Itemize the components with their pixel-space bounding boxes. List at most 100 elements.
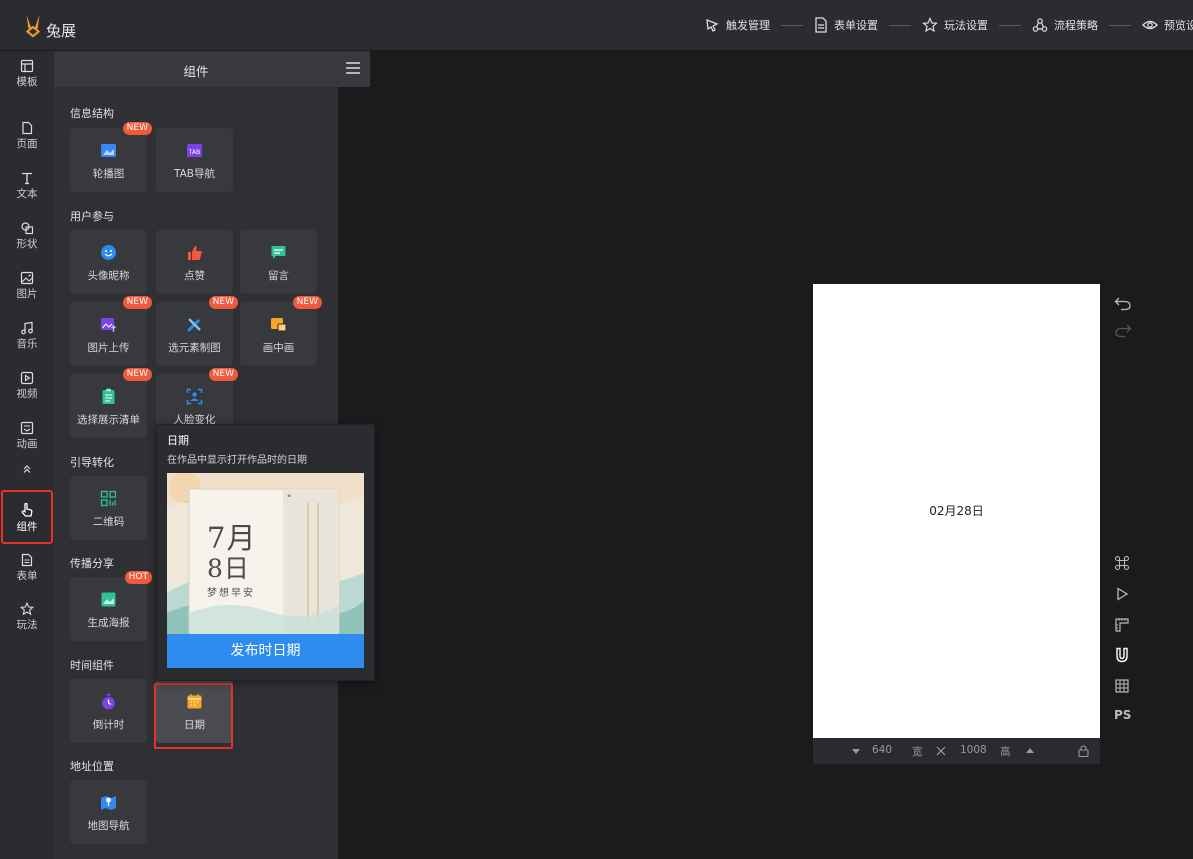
rail-item-text[interactable]: 文本 bbox=[0, 171, 54, 201]
width-value[interactable]: 640 bbox=[872, 744, 892, 756]
step-preview[interactable]: 预览设 bbox=[1142, 17, 1193, 33]
top-bar: 兔展 触发管理 表单设置 玩法设置 流程策略 预览设 bbox=[0, 0, 1193, 51]
stopwatch-icon bbox=[102, 693, 115, 710]
section-title: 信息结构 bbox=[70, 107, 114, 120]
caret-up-icon[interactable] bbox=[1026, 748, 1034, 754]
clipboard-list-icon bbox=[102, 388, 115, 404]
component-like[interactable]: 点赞 bbox=[156, 230, 233, 294]
component-poster[interactable]: HOT 生成海报 bbox=[70, 571, 152, 641]
selection-highlight bbox=[1, 490, 53, 544]
qrcode-icon bbox=[100, 490, 117, 507]
times-icon bbox=[936, 746, 946, 756]
trigger-icon bbox=[706, 18, 719, 32]
component-label: 点赞 bbox=[184, 270, 205, 282]
new-badge: NEW bbox=[208, 368, 238, 381]
component-label: TAB导航 bbox=[174, 168, 215, 180]
lock-icon[interactable] bbox=[1078, 745, 1089, 757]
image-upload-icon bbox=[101, 318, 116, 332]
step-divider bbox=[889, 24, 911, 26]
svg-text:": " bbox=[287, 494, 291, 504]
face-scan-icon bbox=[186, 388, 203, 405]
new-badge: NEW bbox=[208, 296, 238, 309]
component-label: 轮播图 bbox=[92, 168, 125, 180]
section-title: 时间组件 bbox=[70, 659, 114, 672]
component-label: 留言 bbox=[268, 270, 289, 282]
rail-collapse[interactable] bbox=[0, 463, 54, 476]
eye-icon bbox=[1142, 20, 1158, 30]
preview-slogan: 梦想早安 bbox=[207, 588, 255, 599]
magnet-icon[interactable] bbox=[1114, 647, 1130, 663]
date-component-tooltip: 日期 在作品中显示打开作品时的日期 " 7月 8日 梦想早安 发布时日期 bbox=[156, 424, 375, 681]
flow-icon bbox=[1032, 18, 1048, 32]
form-icon bbox=[815, 17, 827, 33]
undo-icon[interactable] bbox=[1114, 295, 1132, 311]
rail-label: 视频 bbox=[16, 388, 38, 400]
component-label: 地图导航 bbox=[87, 820, 130, 832]
rail-item-shape[interactable]: 形状 bbox=[0, 221, 54, 251]
date-element[interactable]: 02月28日 bbox=[813, 502, 1100, 519]
component-label: 画中画 bbox=[262, 342, 295, 354]
height-value[interactable]: 1008 bbox=[960, 744, 987, 756]
grid-icon[interactable] bbox=[1114, 678, 1130, 694]
component-label: 图片上传 bbox=[87, 342, 130, 354]
ruler-icon[interactable] bbox=[1114, 617, 1130, 633]
component-tab-nav[interactable]: TAB TAB导航 bbox=[156, 128, 233, 192]
rail-item-image[interactable]: 图片 bbox=[0, 271, 54, 301]
rail-item-video[interactable]: 视频 bbox=[0, 371, 54, 401]
component-avatar-nickname[interactable]: 头像昵称 bbox=[70, 230, 147, 294]
rail-item-template[interactable]: 模板 bbox=[0, 59, 54, 89]
step-trigger[interactable]: 触发管理 bbox=[704, 17, 770, 33]
rail-item-gameplay[interactable]: 玩法 bbox=[0, 602, 54, 632]
rail-item-form[interactable]: 表单 bbox=[0, 553, 54, 583]
preview-day: 8日 bbox=[207, 554, 250, 583]
ps-button[interactable]: PS bbox=[1114, 708, 1131, 722]
play-icon[interactable] bbox=[1114, 586, 1130, 602]
component-label: 生成海报 bbox=[87, 617, 130, 629]
rail-item-page[interactable]: 页面 bbox=[0, 121, 54, 151]
step-label: 表单设置 bbox=[834, 19, 878, 32]
star-icon bbox=[922, 17, 938, 33]
page-canvas[interactable]: 02月28日 bbox=[813, 284, 1100, 738]
video-icon bbox=[20, 371, 34, 385]
caret-down-icon[interactable] bbox=[852, 749, 860, 755]
rail-item-animation[interactable]: 动画 bbox=[0, 421, 54, 451]
component-image-upload[interactable]: NEW 图片上传 bbox=[70, 296, 152, 366]
svg-text:TAB: TAB bbox=[188, 149, 200, 156]
component-comment[interactable]: 留言 bbox=[240, 230, 317, 294]
publish-date-button[interactable]: 发布时日期 bbox=[167, 634, 364, 668]
component-qrcode[interactable]: 二维码 bbox=[70, 476, 147, 540]
rail-item-music[interactable]: 音乐 bbox=[0, 321, 54, 351]
step-label: 触发管理 bbox=[726, 19, 770, 32]
redo-icon[interactable] bbox=[1114, 322, 1132, 338]
poster-image-icon bbox=[101, 592, 116, 607]
step-label: 流程策略 bbox=[1054, 19, 1098, 32]
step-divider bbox=[999, 24, 1021, 26]
step-form[interactable]: 表单设置 bbox=[814, 17, 878, 33]
step-gameplay[interactable]: 玩法设置 bbox=[922, 17, 988, 33]
component-label: 选择展示清单 bbox=[77, 414, 140, 426]
component-label: 倒计时 bbox=[92, 719, 125, 731]
component-label: 头像昵称 bbox=[87, 270, 130, 282]
template-icon bbox=[20, 59, 34, 73]
new-badge: NEW bbox=[292, 296, 322, 309]
app-logo[interactable]: 兔展 bbox=[22, 12, 76, 40]
component-label: 选元素制图 bbox=[168, 342, 221, 354]
component-selection-list[interactable]: NEW 选择展示清单 bbox=[70, 368, 152, 438]
command-icon[interactable] bbox=[1114, 555, 1130, 571]
hamburger-menu-icon[interactable] bbox=[346, 62, 360, 74]
picture-in-picture-icon bbox=[271, 318, 287, 332]
component-picture-in-picture[interactable]: NEW 画中画 bbox=[240, 296, 322, 366]
component-map-nav[interactable]: 地图导航 bbox=[70, 780, 147, 844]
component-carousel[interactable]: NEW 轮播图 bbox=[70, 122, 152, 192]
component-countdown[interactable]: 倒计时 bbox=[70, 679, 147, 743]
preview-background-illustration: " bbox=[167, 473, 364, 635]
step-nav: 触发管理 表单设置 玩法设置 流程策略 预览设 bbox=[704, 0, 1193, 50]
rail-label: 表单 bbox=[16, 570, 38, 582]
form-icon bbox=[21, 553, 33, 567]
step-flow[interactable]: 流程策略 bbox=[1032, 17, 1098, 33]
double-chevron-up-icon bbox=[23, 465, 31, 473]
component-element-compose[interactable]: NEW 选元素制图 bbox=[156, 296, 238, 366]
smiley-icon bbox=[101, 245, 116, 260]
rail-label: 音乐 bbox=[16, 338, 38, 350]
image-icon bbox=[20, 271, 34, 285]
